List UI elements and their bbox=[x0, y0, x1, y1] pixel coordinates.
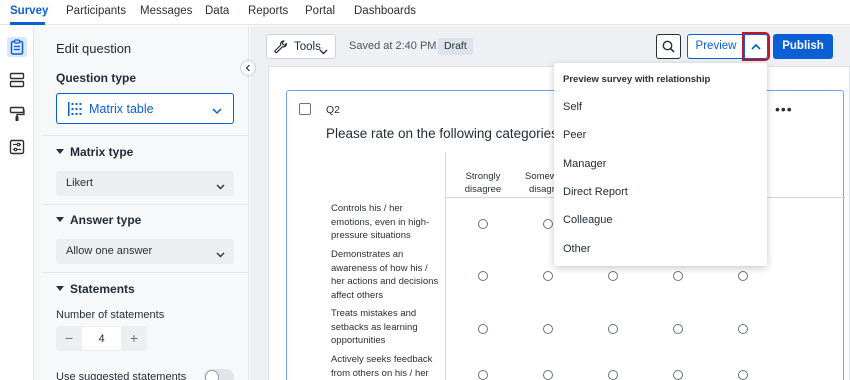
suggested-statements-label: Use suggested statements bbox=[56, 371, 187, 380]
options-icon[interactable] bbox=[7, 137, 27, 157]
tab-participants[interactable]: Participants bbox=[66, 5, 126, 17]
increment-button[interactable]: + bbox=[121, 326, 147, 351]
question-type-label: Question type bbox=[56, 71, 137, 85]
divider bbox=[42, 204, 249, 205]
tab-survey[interactable]: Survey bbox=[10, 5, 48, 17]
menu-header: Preview survey with relationship bbox=[563, 74, 711, 85]
tab-portal[interactable]: Portal bbox=[305, 5, 335, 17]
chevron-down-icon bbox=[216, 247, 225, 261]
chevron-down-icon bbox=[216, 179, 225, 193]
survey-flow-icon[interactable] bbox=[7, 37, 27, 57]
tab-reports[interactable]: Reports bbox=[248, 5, 288, 17]
collapse-triangle-icon bbox=[56, 286, 64, 291]
matrix-type-value: Likert bbox=[66, 177, 93, 189]
active-tab-indicator bbox=[10, 22, 45, 25]
edit-question-panel: Edit question Question type Matrix table… bbox=[34, 26, 249, 380]
matrix-divider bbox=[445, 153, 446, 380]
column-header: Somew disagr bbox=[525, 171, 557, 195]
wrench-icon bbox=[274, 40, 288, 57]
radio-button[interactable] bbox=[543, 324, 553, 334]
divider bbox=[42, 272, 249, 273]
radio-button[interactable] bbox=[543, 370, 553, 380]
statements-section[interactable]: Statements bbox=[56, 282, 135, 296]
statement-row-label: Demonstrates an awareness of how his / h… bbox=[331, 249, 439, 301]
column-header: Strongly disagree bbox=[464, 171, 502, 195]
matrix-type-label: Matrix type bbox=[70, 145, 134, 159]
toggle-knob bbox=[205, 370, 219, 380]
publish-button[interactable]: Publish bbox=[773, 34, 833, 59]
radio-button[interactable] bbox=[543, 219, 553, 229]
radio-button[interactable] bbox=[738, 271, 748, 281]
collapse-triangle-icon bbox=[56, 149, 64, 154]
search-button[interactable] bbox=[656, 34, 681, 59]
question-select-checkbox[interactable] bbox=[299, 103, 311, 115]
menu-item-peer[interactable]: Peer bbox=[563, 129, 586, 141]
matrix-type-select[interactable]: Likert bbox=[56, 171, 234, 196]
matrix-table-icon bbox=[68, 101, 82, 120]
radio-button[interactable] bbox=[673, 271, 683, 281]
decrement-button[interactable]: − bbox=[56, 326, 82, 351]
question-text[interactable]: Please rate on the following categories … bbox=[326, 126, 565, 141]
chevron-down-icon bbox=[212, 104, 222, 118]
tab-messages[interactable]: Messages bbox=[140, 5, 192, 17]
radio-button[interactable] bbox=[608, 271, 618, 281]
radio-button[interactable] bbox=[478, 271, 488, 281]
collapse-triangle-icon bbox=[56, 217, 64, 222]
divider bbox=[42, 135, 249, 136]
tab-dashboards[interactable]: Dashboards bbox=[354, 5, 416, 17]
statements-label: Statements bbox=[70, 282, 135, 296]
statement-row-label: Controls his / her emotions, even in hig… bbox=[331, 203, 430, 241]
radio-button[interactable] bbox=[478, 370, 488, 380]
tools-label: Tools bbox=[294, 41, 321, 53]
menu-item-direct-report[interactable]: Direct Report bbox=[563, 186, 628, 198]
preview-options-button[interactable] bbox=[742, 32, 770, 61]
radio-button[interactable] bbox=[543, 271, 553, 281]
saved-status: Saved at 2:40 PM bbox=[349, 40, 437, 52]
question-id: Q2 bbox=[326, 104, 341, 116]
chevron-down-icon bbox=[319, 44, 328, 58]
question-type-value: Matrix table bbox=[89, 102, 154, 116]
statements-count-input[interactable]: 4 bbox=[82, 326, 121, 351]
statement-row-label: Treats mistakes and setbacks as learning… bbox=[331, 308, 418, 346]
top-nav: Survey Participants Messages Data Report… bbox=[0, 0, 850, 25]
number-of-statements-label: Number of statements bbox=[56, 309, 165, 321]
panel-title: Edit question bbox=[56, 41, 132, 56]
radio-button[interactable] bbox=[738, 324, 748, 334]
menu-item-colleague[interactable]: Colleague bbox=[563, 214, 613, 226]
menu-item-other[interactable]: Other bbox=[563, 243, 591, 255]
search-icon bbox=[662, 40, 675, 53]
radio-button[interactable] bbox=[738, 370, 748, 380]
tools-button[interactable]: Tools bbox=[266, 34, 336, 59]
radio-button[interactable] bbox=[673, 324, 683, 334]
menu-item-manager[interactable]: Manager bbox=[563, 158, 606, 170]
radio-button[interactable] bbox=[608, 324, 618, 334]
layout-icon[interactable] bbox=[7, 70, 27, 90]
more-options-icon[interactable]: ••• bbox=[775, 101, 793, 117]
question-type-select[interactable]: Matrix table bbox=[56, 93, 234, 124]
radio-button[interactable] bbox=[478, 324, 488, 334]
icon-rail bbox=[0, 26, 34, 380]
paintbrush-icon[interactable] bbox=[7, 104, 27, 124]
radio-button[interactable] bbox=[673, 370, 683, 380]
preview-relationship-menu: Preview survey with relationship Self Pe… bbox=[554, 63, 767, 266]
matrix-type-section[interactable]: Matrix type bbox=[56, 145, 133, 159]
menu-item-self[interactable]: Self bbox=[563, 101, 582, 113]
answer-type-section[interactable]: Answer type bbox=[56, 213, 141, 227]
tab-data[interactable]: Data bbox=[205, 5, 229, 17]
statement-row-label: Actively seeks feedback from others on h… bbox=[331, 354, 433, 379]
draft-badge: Draft bbox=[438, 38, 473, 55]
answer-type-value: Allow one answer bbox=[66, 245, 153, 257]
radio-button[interactable] bbox=[478, 219, 488, 229]
preview-button[interactable]: Preview bbox=[687, 34, 745, 59]
collapse-panel-button[interactable] bbox=[240, 60, 256, 76]
answer-type-label: Answer type bbox=[70, 213, 142, 227]
answer-type-select[interactable]: Allow one answer bbox=[56, 239, 234, 264]
radio-button[interactable] bbox=[608, 370, 618, 380]
chevron-up-icon bbox=[751, 43, 761, 50]
statements-stepper: − 4 + bbox=[56, 326, 147, 351]
suggested-statements-toggle[interactable] bbox=[204, 369, 234, 380]
